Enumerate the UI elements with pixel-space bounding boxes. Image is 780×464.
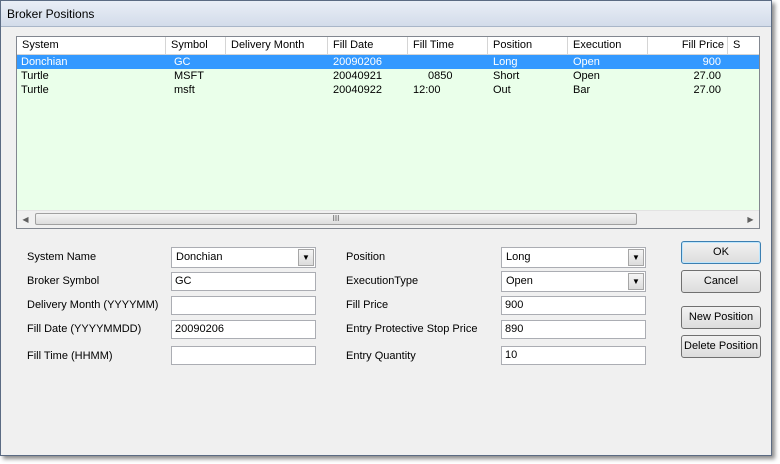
horizontal-scrollbar[interactable]: ◀ III ▶ <box>17 210 759 228</box>
cell-fill-date: 20040921 <box>333 70 382 82</box>
system-name-select[interactable]: Donchian ▼ <box>171 247 316 268</box>
cell-fill-price: 27.00 <box>693 70 721 82</box>
cell-symbol: msft <box>174 84 195 96</box>
cell-delivery-month <box>232 55 322 69</box>
column-header-fill-time[interactable]: Fill Time <box>408 37 488 54</box>
cell-position: Long <box>493 56 518 68</box>
scroll-thumb-grip: III <box>332 214 340 223</box>
cell-execution: Bar <box>573 84 591 96</box>
window-title: Broker Positions <box>7 7 95 21</box>
fill-date-input[interactable]: 20090206 <box>171 320 316 339</box>
fill-time-label: Fill Time (HHMM) <box>27 350 113 362</box>
fill-price-input[interactable]: 900 <box>501 296 646 315</box>
broker-symbol-input[interactable]: GC <box>171 272 316 291</box>
delivery-month-input[interactable] <box>171 296 316 315</box>
cell-fill-price: 900 <box>702 56 721 68</box>
chevron-down-icon[interactable]: ▼ <box>628 273 644 290</box>
cell-system: Turtle <box>21 70 49 82</box>
system-name-value: Donchian <box>176 251 223 263</box>
fill-time-input[interactable] <box>171 346 316 365</box>
entry-stop-label: Entry Protective Stop Price <box>346 323 478 335</box>
cell-fill-time <box>413 55 483 69</box>
column-header-delivery-month[interactable]: Delivery Month <box>226 37 328 54</box>
cell-fill-time: 0850 <box>428 70 453 82</box>
scroll-left-icon[interactable]: ◀ <box>17 211 34 228</box>
new-position-button[interactable]: New Position <box>681 306 761 329</box>
cell-fill-price: 27.00 <box>693 84 721 96</box>
title-bar[interactable]: Broker Positions <box>1 1 771 27</box>
entry-quantity-input[interactable]: 10 <box>501 346 646 365</box>
scroll-right-icon[interactable]: ▶ <box>742 211 759 228</box>
cell-fill-date: 20090206 <box>333 56 382 68</box>
entry-quantity-label: Entry Quantity <box>346 350 416 362</box>
position-select[interactable]: Long ▼ <box>501 247 646 268</box>
cell-system: Turtle <box>21 84 49 96</box>
broker-positions-window: Broker Positions System Symbol Delivery … <box>0 0 772 456</box>
execution-type-value: Open <box>506 275 533 287</box>
execution-type-label: ExecutionType <box>346 275 419 287</box>
cell-symbol: MSFT <box>174 70 204 82</box>
scroll-thumb[interactable]: III <box>35 213 637 225</box>
cancel-button[interactable]: Cancel <box>681 270 761 293</box>
cell-execution: Open <box>573 56 600 68</box>
column-header-system[interactable]: System <box>17 37 166 54</box>
positions-list[interactable]: System Symbol Delivery Month Fill Date F… <box>16 36 760 229</box>
cell-fill-time: 12:00 <box>413 84 441 96</box>
column-header-execution[interactable]: Execution <box>568 37 648 54</box>
position-label: Position <box>346 251 386 263</box>
entry-stop-input[interactable]: 890 <box>501 320 646 339</box>
delete-position-button[interactable]: Delete Position <box>681 335 761 358</box>
chevron-down-icon[interactable]: ▼ <box>298 249 314 266</box>
column-header-fill-price[interactable]: Fill Price <box>648 37 728 54</box>
position-value: Long <box>506 251 531 263</box>
list-header: System Symbol Delivery Month Fill Date F… <box>17 37 759 55</box>
cell-symbol: GC <box>174 56 191 68</box>
cell-delivery-month <box>232 69 322 83</box>
delivery-month-label: Delivery Month (YYYYMM) <box>27 299 159 311</box>
table-row[interactable]: Turtle msft 20040922 12:00 Out Bar 27.00 <box>17 83 759 97</box>
cell-position: Out <box>493 84 511 96</box>
fill-price-label: Fill Price <box>346 299 389 311</box>
column-header-fill-date[interactable]: Fill Date <box>328 37 408 54</box>
cell-system: Donchian <box>21 56 68 68</box>
table-row[interactable]: Turtle MSFT 20040921 0850 Short Open 27.… <box>17 69 759 83</box>
system-name-label: System Name <box>27 251 97 263</box>
column-header-symbol[interactable]: Symbol <box>166 37 226 54</box>
cell-fill-date: 20040922 <box>333 84 382 96</box>
cell-delivery-month <box>232 83 322 97</box>
broker-symbol-label: Broker Symbol <box>27 275 100 287</box>
ok-button[interactable]: OK <box>681 241 761 264</box>
cell-execution: Open <box>573 70 600 82</box>
column-header-s[interactable]: S <box>728 37 759 54</box>
chevron-down-icon[interactable]: ▼ <box>628 249 644 266</box>
fill-date-label: Fill Date (YYYYMMDD) <box>27 323 142 335</box>
table-row[interactable]: Donchian GC 20090206 Long Open 900 <box>17 55 759 69</box>
execution-type-select[interactable]: Open ▼ <box>501 271 646 292</box>
column-header-position[interactable]: Position <box>488 37 568 54</box>
cell-position: Short <box>493 70 520 82</box>
